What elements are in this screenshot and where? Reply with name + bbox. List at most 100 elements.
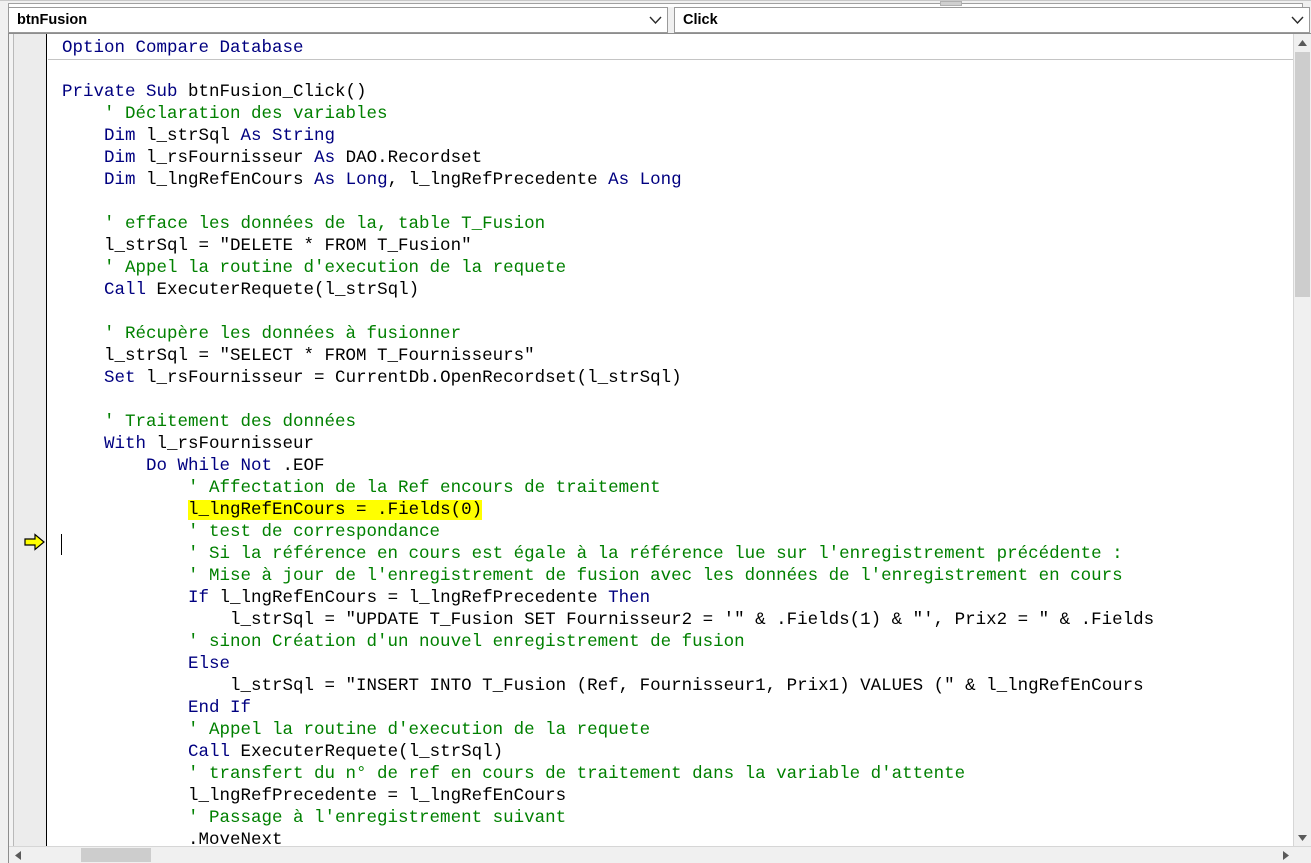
code-line: ' sinon Création d'un nouvel enregistrem… xyxy=(62,631,1154,653)
scroll-right-arrow-icon[interactable] xyxy=(1277,847,1294,863)
chevron-down-icon[interactable] xyxy=(1285,16,1309,25)
code-token: As Long xyxy=(608,170,682,190)
code-token: ' test de correspondance xyxy=(62,522,441,542)
code-token: ' efface les données de la, table T_Fusi… xyxy=(62,214,546,234)
code-line: ' efface les données de la, table T_Fusi… xyxy=(62,213,1154,235)
code-token: ExecuterRequete(l_strSql) xyxy=(240,742,504,762)
object-combo-value: btnFusion xyxy=(17,12,88,28)
code-token: Call xyxy=(104,280,157,300)
code-token: Private Sub xyxy=(62,82,189,102)
code-token: ' Traitement des données xyxy=(62,412,357,432)
code-token: l_rsFournisseur = CurrentDb.OpenRecordse… xyxy=(146,368,682,388)
code-token: l_rsFournisseur xyxy=(146,148,315,168)
code-line: l_lngRefPrecedente = l_lngRefEnCours xyxy=(62,785,1154,807)
code-token: If xyxy=(188,588,220,608)
code-token: l_strSql = "UPDATE T_Fusion SET Fourniss… xyxy=(62,610,1155,630)
code-token: l_strSql = "DELETE * FROM T_Fusion" xyxy=(62,236,472,256)
indicator-margin[interactable] xyxy=(9,34,47,863)
code-token: Else xyxy=(188,654,231,674)
vba-code-window: btnFusion Click Option Compare Database … xyxy=(0,0,1311,863)
code-line: Do While Not .EOF xyxy=(62,455,1154,477)
code-token: As Long xyxy=(314,170,388,190)
code-token: l_strSql = "SELECT * FROM T_Fournisseurs… xyxy=(62,346,535,366)
yellow-right-arrow-icon[interactable] xyxy=(24,533,46,551)
code-token: DAO.Recordset xyxy=(345,148,483,168)
code-token: Dim xyxy=(104,170,147,190)
code-token: ExecuterRequete(l_strSql) xyxy=(156,280,420,300)
code-token: As xyxy=(314,148,346,168)
code-token: ' Affectation de la Ref encours de trait… xyxy=(62,478,661,498)
code-line: End If xyxy=(62,697,1154,719)
code-token: As String xyxy=(240,126,336,146)
code-token: ' transfert du n° de ref en cours de tra… xyxy=(62,764,966,784)
code-line: Call ExecuterRequete(l_strSql) xyxy=(62,279,1154,301)
code-token: Dim xyxy=(104,148,147,168)
highlighted-code-token: l_lngRefEnCours = .Fields(0) xyxy=(188,500,483,520)
code-line: ' Si la référence en cours est égale à l… xyxy=(62,543,1154,565)
code-line: ' Traitement des données xyxy=(62,411,1154,433)
code-line: Else xyxy=(62,653,1154,675)
code-token: , l_lngRefPrecedente xyxy=(387,170,609,190)
code-token: Set xyxy=(104,368,147,388)
code-editor-pane[interactable]: Option Compare Database Private Sub btnF… xyxy=(8,33,1311,863)
vertical-scrollbar[interactable] xyxy=(1293,34,1311,846)
scroll-left-arrow-icon[interactable] xyxy=(9,847,26,863)
vertical-scrollbar-thumb[interactable] xyxy=(1295,52,1310,297)
code-token: l_lngRefEnCours xyxy=(146,170,315,190)
code-token: ' Appel la routine d'execution de la req… xyxy=(62,720,651,740)
procedure-combo[interactable]: Click xyxy=(674,7,1310,33)
code-line: ' Déclaration des variables xyxy=(62,103,1154,125)
code-line: l_lngRefEnCours = .Fields(0) xyxy=(62,499,1154,521)
code-token: Then xyxy=(608,588,651,608)
code-line: With l_rsFournisseur xyxy=(62,433,1154,455)
code-line: ' Appel la routine d'execution de la req… xyxy=(62,257,1154,279)
code-line: Set l_rsFournisseur = CurrentDb.OpenReco… xyxy=(62,367,1154,389)
horizontal-scrollbar[interactable] xyxy=(9,846,1311,863)
code-token: btnFusion_Click() xyxy=(188,82,367,102)
code-line: ' transfert du n° de ref en cours de tra… xyxy=(62,763,1154,785)
horizontal-scrollbar-thumb[interactable] xyxy=(81,848,151,862)
chevron-down-icon[interactable] xyxy=(643,16,667,25)
code-line: l_strSql = "UPDATE T_Fusion SET Fourniss… xyxy=(62,609,1154,631)
code-line: ' Récupère les données à fusionner xyxy=(62,323,1154,345)
code-line: If l_lngRefEnCours = l_lngRefPrecedente … xyxy=(62,587,1154,609)
code-line: ' Mise à jour de l'enregistrement de fus… xyxy=(62,565,1154,587)
code-token: Dim xyxy=(104,126,147,146)
code-token: l_strSql = "INSERT INTO T_Fusion (Ref, F… xyxy=(62,676,1155,696)
code-line: Option Compare Database xyxy=(62,37,1154,59)
scroll-down-arrow-icon[interactable] xyxy=(1294,829,1311,846)
code-line: Dim l_strSql As String xyxy=(62,125,1154,147)
code-line: l_strSql = "SELECT * FROM T_Fournisseurs… xyxy=(62,345,1154,367)
code-token: ' Mise à jour de l'enregistrement de fus… xyxy=(62,566,1123,586)
code-token: ' Récupère les données à fusionner xyxy=(62,324,462,344)
code-token: Call xyxy=(188,742,241,762)
code-token: l_rsFournisseur xyxy=(156,434,315,454)
editor-combo-bar: btnFusion Click xyxy=(0,5,1311,34)
code-token: l_strSql xyxy=(146,126,241,146)
code-line: ' test de correspondance xyxy=(62,521,1154,543)
code-text-area[interactable]: Option Compare Database Private Sub btnF… xyxy=(48,34,1301,863)
object-combo[interactable]: btnFusion xyxy=(8,7,668,33)
code-token: Do While Not xyxy=(146,456,283,476)
code-token: ' sinon Création d'un nouvel enregistrem… xyxy=(62,632,745,652)
code-line: Private Sub btnFusion_Click() xyxy=(62,81,1154,103)
code-token: Option Compare Database xyxy=(62,38,304,58)
code-line: ' Passage à l'enregistrement suivant xyxy=(62,807,1154,829)
code-token: .EOF xyxy=(282,456,325,476)
scroll-up-arrow-icon[interactable] xyxy=(1294,34,1311,51)
code-token: End If xyxy=(188,698,252,718)
scrollbar-corner xyxy=(1295,847,1311,863)
code-token: With xyxy=(104,434,157,454)
code-line: Call ExecuterRequete(l_strSql) xyxy=(62,741,1154,763)
